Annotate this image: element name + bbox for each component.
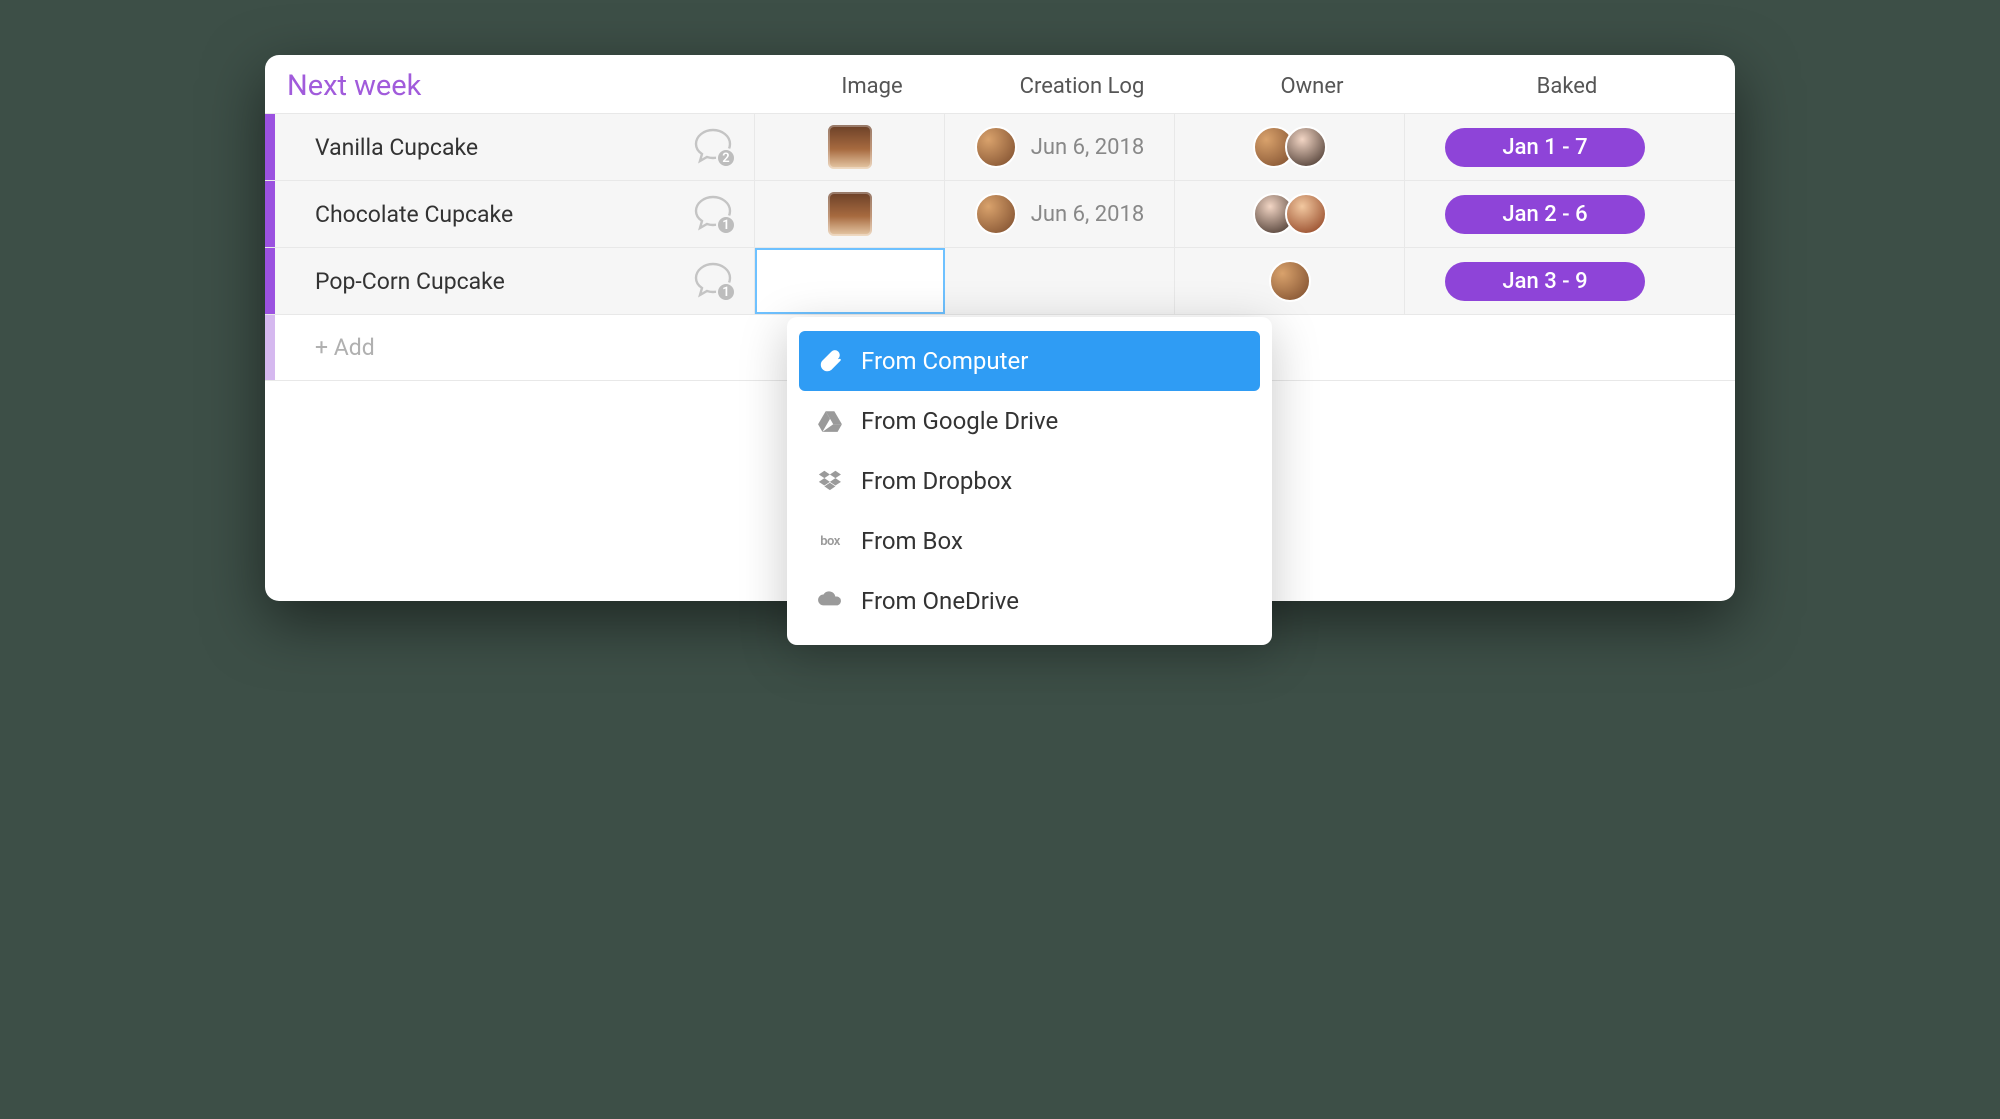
row-color-bar xyxy=(265,248,275,314)
creation-log-cell[interactable]: Jun 6, 2018 xyxy=(945,181,1175,247)
creation-date: Jun 6, 2018 xyxy=(1031,202,1144,227)
table-row[interactable]: Pop-Corn Cupcake 1 Jan 3 - 9 xyxy=(265,247,1735,314)
column-header-image[interactable]: Image xyxy=(777,74,967,99)
cupcake-thumbnail xyxy=(828,192,872,236)
menu-item-label: From Box xyxy=(861,527,963,555)
row-color-bar xyxy=(265,315,275,380)
menu-item-label: From Dropbox xyxy=(861,467,1012,495)
baked-cell[interactable]: Jan 2 - 6 xyxy=(1405,181,1685,247)
avatar xyxy=(1285,193,1327,235)
comment-count-badge: 2 xyxy=(716,148,736,168)
image-cell[interactable] xyxy=(755,181,945,247)
comments-button[interactable]: 1 xyxy=(692,195,734,233)
row-color-bar xyxy=(265,181,275,247)
creation-log-cell[interactable]: Jun 6, 2018 xyxy=(945,114,1175,180)
comment-count-badge: 1 xyxy=(716,282,736,302)
upload-from-computer[interactable]: From Computer xyxy=(799,331,1260,391)
menu-item-label: From Computer xyxy=(861,347,1028,375)
upload-from-google-drive[interactable]: From Google Drive xyxy=(799,391,1260,451)
item-name-cell[interactable]: Chocolate Cupcake 1 xyxy=(275,181,755,247)
box-icon: box xyxy=(817,528,843,554)
image-cell[interactable] xyxy=(755,114,945,180)
row-color-bar xyxy=(265,114,275,180)
avatar xyxy=(1269,260,1311,302)
paperclip-icon xyxy=(817,348,843,374)
board-group-panel: Next week Image Creation Log Owner Baked… xyxy=(265,55,1735,601)
item-name: Chocolate Cupcake xyxy=(315,201,513,228)
baked-cell[interactable]: Jan 3 - 9 xyxy=(1405,248,1685,314)
owner-cell[interactable] xyxy=(1175,248,1405,314)
group-header-row: Next week Image Creation Log Owner Baked xyxy=(265,55,1735,113)
image-cell-active[interactable] xyxy=(755,248,945,314)
timeline-pill: Jan 3 - 9 xyxy=(1445,262,1645,301)
group-title[interactable]: Next week xyxy=(287,69,777,103)
upload-from-onedrive[interactable]: From OneDrive xyxy=(799,571,1260,631)
baked-cell[interactable]: Jan 1 - 7 xyxy=(1405,114,1685,180)
comment-count-badge: 1 xyxy=(716,215,736,235)
column-header-baked[interactable]: Baked xyxy=(1427,74,1707,99)
item-name: Vanilla Cupcake xyxy=(315,134,478,161)
owner-cell[interactable] xyxy=(1175,114,1405,180)
upload-from-dropbox[interactable]: From Dropbox xyxy=(799,451,1260,511)
timeline-pill: Jan 1 - 7 xyxy=(1445,128,1645,167)
onedrive-icon xyxy=(817,588,843,614)
creation-date: Jun 6, 2018 xyxy=(1031,135,1144,160)
dropbox-icon xyxy=(817,468,843,494)
column-header-owner[interactable]: Owner xyxy=(1197,74,1427,99)
item-name: Pop-Corn Cupcake xyxy=(315,268,505,295)
table-row[interactable]: Vanilla Cupcake 2 Jun 6, 2018 Jan 1 - 7 xyxy=(265,113,1735,180)
table-row[interactable]: Chocolate Cupcake 1 Jun 6, 2018 Jan 2 - … xyxy=(265,180,1735,247)
upload-source-menu: From Computer From Google Drive From Dro… xyxy=(787,317,1272,645)
creation-log-cell[interactable] xyxy=(945,248,1175,314)
owner-cell[interactable] xyxy=(1175,181,1405,247)
comments-button[interactable]: 2 xyxy=(692,128,734,166)
avatar xyxy=(975,126,1017,168)
menu-item-label: From OneDrive xyxy=(861,587,1019,615)
timeline-pill: Jan 2 - 6 xyxy=(1445,195,1645,234)
google-drive-icon xyxy=(817,408,843,434)
avatar xyxy=(975,193,1017,235)
comments-button[interactable]: 1 xyxy=(692,262,734,300)
column-header-creation-log[interactable]: Creation Log xyxy=(967,74,1197,99)
avatar xyxy=(1285,126,1327,168)
add-row-label: + Add xyxy=(275,334,375,361)
upload-from-box[interactable]: box From Box xyxy=(799,511,1260,571)
menu-item-label: From Google Drive xyxy=(861,407,1058,435)
item-name-cell[interactable]: Vanilla Cupcake 2 xyxy=(275,114,755,180)
cupcake-thumbnail xyxy=(828,125,872,169)
item-name-cell[interactable]: Pop-Corn Cupcake 1 xyxy=(275,248,755,314)
